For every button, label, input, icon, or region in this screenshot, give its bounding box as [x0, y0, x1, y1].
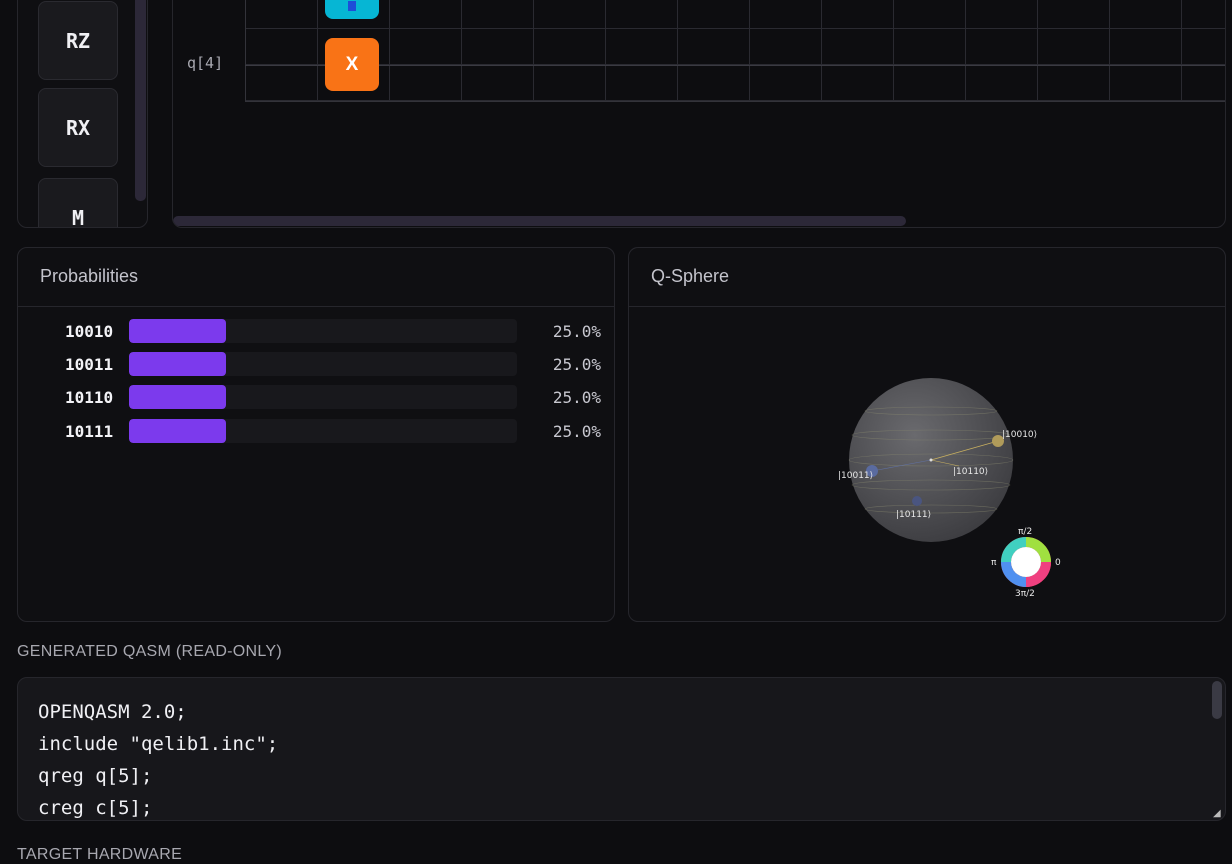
qsphere-canvas[interactable]: |10010⟩ |10011⟩ |10110⟩ |10111⟩ π/2 π 0 …	[629, 248, 1225, 621]
state-label-10110: |10110⟩	[953, 467, 988, 477]
panel-title: Probabilities	[40, 266, 139, 286]
state-label-10111: |10111⟩	[896, 510, 931, 520]
probability-percent: 25.0%	[552, 388, 601, 407]
circuit-grid[interactable]	[245, 0, 1225, 102]
probability-bar-track	[129, 319, 517, 343]
code-line: include "qelib1.inc";	[38, 733, 279, 755]
divider	[18, 306, 614, 307]
circuit-editor: q[4] X	[172, 0, 1226, 228]
probability-bar	[129, 352, 226, 376]
state-label: 10111	[65, 422, 114, 441]
code-line: OPENQASM 2.0;	[38, 701, 187, 723]
gate-button-measure[interactable]: M	[38, 178, 118, 227]
qubit-label: q[4]	[187, 54, 224, 72]
probability-bar-track	[129, 385, 517, 409]
x-gate[interactable]: X	[325, 38, 379, 91]
circuit-horizontal-scrollbar[interactable]	[173, 216, 906, 226]
sphere-center	[929, 458, 933, 462]
phase-label-bottom: 3π/2	[1015, 589, 1035, 599]
probability-bar-track	[129, 419, 517, 443]
state-label: 10110	[65, 388, 114, 407]
phase-label-left: π	[991, 558, 997, 568]
state-label-10010: |10010⟩	[1002, 430, 1037, 440]
probability-bar	[129, 419, 226, 443]
state-label-10011: |10011⟩	[838, 471, 873, 481]
palette-scrollbar[interactable]	[135, 0, 146, 201]
probability-row: 10010 25.0%	[18, 319, 613, 345]
probability-percent: 25.0%	[552, 355, 601, 374]
grid-border	[245, 0, 246, 101]
probabilities-panel: Probabilities 10010 25.0% 10011 25.0% 10110 2…	[17, 247, 615, 622]
gate-marker	[348, 1, 356, 11]
code-line: qreg q[5];	[38, 765, 153, 787]
qubit-wire	[245, 65, 1225, 66]
qsphere-panel: Q-Sphere |10010⟩ |10011⟩ |10110⟩ |10111⟩…	[628, 247, 1226, 622]
state-label: 10010	[65, 322, 114, 341]
qasm-section-label: GENERATED QASM (READ-ONLY)	[17, 643, 283, 660]
phase-label-top: π/2	[1018, 527, 1032, 537]
probability-bar	[129, 385, 226, 409]
probability-percent: 25.0%	[552, 422, 601, 441]
state-point-10111	[912, 496, 922, 506]
probability-bar-track	[129, 352, 517, 376]
state-label: 10011	[65, 355, 114, 374]
code-scrollbar[interactable]	[1212, 681, 1222, 719]
gate-button-rx[interactable]: RX	[38, 88, 118, 167]
code-line: creg c[5];	[38, 797, 153, 819]
gate-palette: RZ RX M	[17, 0, 148, 228]
probability-percent: 25.0%	[552, 322, 601, 341]
probability-row: 10110 25.0%	[18, 385, 613, 411]
resize-handle-icon[interactable]: ◢	[1213, 808, 1223, 819]
phase-wheel	[1001, 537, 1051, 587]
gate-button-rz[interactable]: RZ	[38, 1, 118, 80]
phase-label-right: 0	[1055, 558, 1061, 568]
cyan-gate[interactable]	[325, 0, 379, 19]
qasm-code-box[interactable]: OPENQASM 2.0; include "qelib1.inc"; qreg…	[17, 677, 1226, 821]
target-hardware-label: TARGET HARDWARE	[17, 846, 183, 863]
probability-row: 10011 25.0%	[18, 352, 613, 378]
probability-bar	[129, 319, 226, 343]
probability-row: 10111 25.0%	[18, 419, 613, 445]
